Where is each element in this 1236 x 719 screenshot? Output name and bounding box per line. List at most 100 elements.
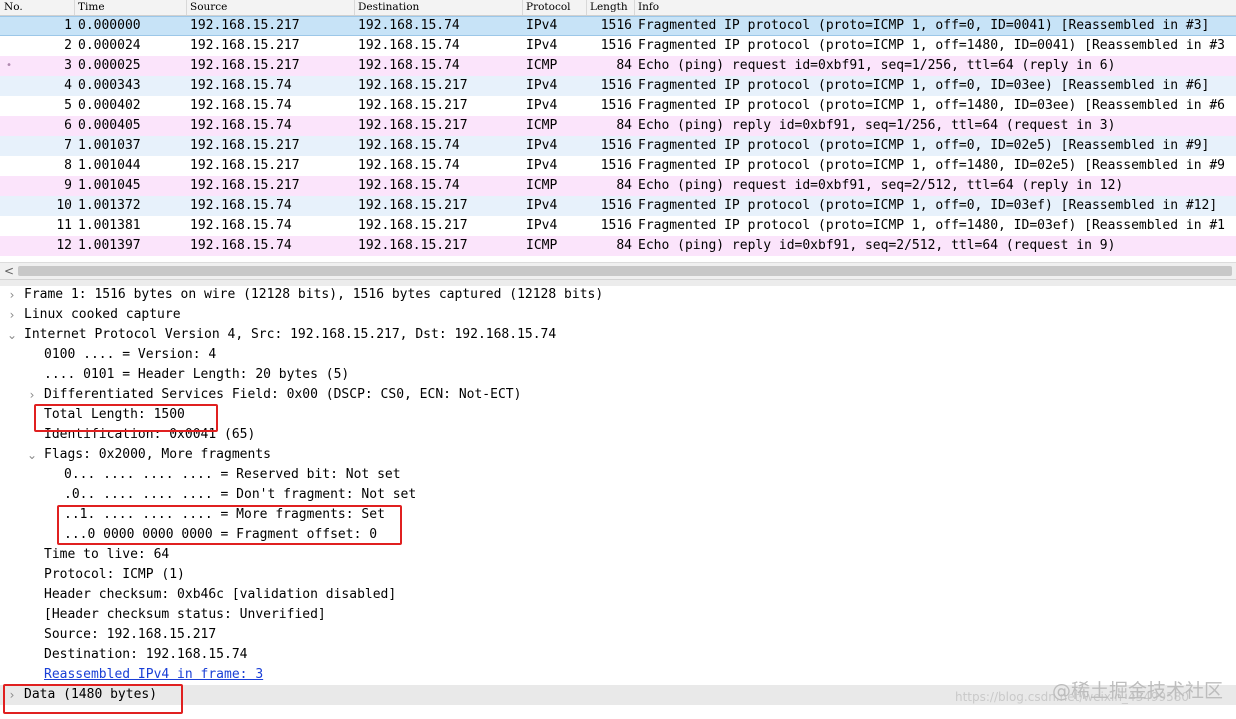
packet-source: 192.168.15.74 bbox=[190, 238, 292, 253]
packet-row[interactable]: 2 0.000024 192.168.15.217 192.168.15.74 IPv4… bbox=[0, 36, 1236, 56]
tree-item-ip[interactable]: ⌄ Internet Protocol Version 4, Src: 192.… bbox=[7, 325, 556, 345]
packet-details-tree[interactable]: › Frame 1: 1516 bytes on wire (12128 bit… bbox=[0, 285, 1236, 719]
packet-destination: 192.168.15.74 bbox=[358, 178, 460, 193]
tree-item-total-length[interactable]: Total Length: 1500 bbox=[44, 405, 185, 425]
packet-no: 6 bbox=[64, 118, 72, 133]
packet-row[interactable]: 4 0.000343 192.168.15.74 192.168.15.217 IPv4… bbox=[0, 76, 1236, 96]
packet-no: 1 bbox=[64, 18, 72, 33]
tree-item-checksum-status[interactable]: [Header checksum status: Unverified] bbox=[44, 605, 326, 625]
checksum-label: Header checksum: 0xb46c [validation disa… bbox=[44, 587, 397, 602]
col-time-header[interactable]: Time bbox=[78, 1, 105, 13]
packet-time: 1.001381 bbox=[78, 218, 141, 233]
packet-no: 10 bbox=[56, 198, 72, 213]
packet-row[interactable]: 10 1.001372 192.168.15.74 192.168.15.217 IPv… bbox=[0, 196, 1236, 216]
packet-length: 84 bbox=[616, 118, 632, 133]
packet-row[interactable]: 7 1.001037 192.168.15.217 192.168.15.74 IPv4… bbox=[0, 136, 1236, 156]
collapsed-arrow-icon[interactable]: › bbox=[6, 285, 18, 305]
packet-time: 0.000000 bbox=[78, 18, 141, 33]
packet-source: 192.168.15.74 bbox=[190, 78, 292, 93]
col-destination-header[interactable]: Destination bbox=[358, 1, 419, 13]
tree-item-frame[interactable]: › Frame 1: 1516 bytes on wire (12128 bit… bbox=[10, 285, 604, 305]
packet-length: 84 bbox=[616, 58, 632, 73]
packet-time: 0.000343 bbox=[78, 78, 141, 93]
checksum-status-label: [Header checksum status: Unverified] bbox=[44, 607, 326, 622]
flags-label: Flags: 0x2000, More fragments bbox=[44, 447, 271, 462]
ttl-label: Time to live: 64 bbox=[44, 547, 170, 562]
packet-destination: 192.168.15.74 bbox=[358, 38, 460, 53]
dsf-label: Differentiated Services Field: 0x00 (DSC… bbox=[44, 387, 522, 402]
packet-row[interactable]: 8 1.001044 192.168.15.217 192.168.15.74 IPv4… bbox=[0, 156, 1236, 176]
tree-item-version[interactable]: 0100 .... = Version: 4 bbox=[44, 345, 216, 365]
data-label: Data (1480 bytes) bbox=[24, 687, 158, 702]
packet-time: 1.001397 bbox=[78, 238, 141, 253]
tree-item-protocol[interactable]: Protocol: ICMP (1) bbox=[44, 565, 185, 585]
packet-row[interactable]: 9 1.001045 192.168.15.217 192.168.15.74 ICMP… bbox=[0, 176, 1236, 196]
linux-cooked-label: Linux cooked capture bbox=[24, 307, 181, 322]
tree-item-identification[interactable]: Identification: 0x0041 (65) bbox=[44, 425, 255, 445]
tree-item-checksum[interactable]: Header checksum: 0xb46c [validation disa… bbox=[44, 585, 396, 605]
tree-item-destination[interactable]: Destination: 192.168.15.74 bbox=[44, 645, 248, 665]
col-length-header[interactable]: Length bbox=[590, 1, 628, 13]
packet-length: 1516 bbox=[600, 98, 632, 113]
packet-row[interactable]: 6 0.000405 192.168.15.74 192.168.15.217 ICMP… bbox=[0, 116, 1236, 136]
packet-info: Fragmented IP protocol (proto=ICMP 1, of… bbox=[638, 218, 1225, 233]
packet-source: 192.168.15.217 bbox=[190, 58, 300, 73]
expanded-arrow-icon[interactable]: ⌄ bbox=[26, 445, 38, 465]
packet-info: Fragmented IP protocol (proto=ICMP 1, of… bbox=[638, 198, 1218, 213]
tree-item-more-fragments[interactable]: ..1. .... .... .... = More fragments: Se… bbox=[64, 505, 385, 525]
collapsed-arrow-icon[interactable]: › bbox=[6, 305, 18, 325]
tree-item-fragment-offset[interactable]: ...0 0000 0000 0000 = Fragment offset: 0 bbox=[64, 525, 377, 545]
col-info-header[interactable]: Info bbox=[638, 1, 659, 13]
tree-item-data[interactable]: › Data (1480 bytes) bbox=[10, 685, 158, 705]
fragment-offset-label: ...0 0000 0000 0000 = Fragment offset: 0 bbox=[64, 527, 378, 542]
dont-fragment-label: .0.. .... .... .... = Don't fragment: No… bbox=[64, 487, 417, 502]
packet-destination: 192.168.15.217 bbox=[358, 118, 468, 133]
tree-item-reassembled[interactable]: Reassembled IPv4 in frame: 3 bbox=[44, 665, 263, 685]
tree-item-flags[interactable]: ⌄ Flags: 0x2000, More fragments bbox=[27, 445, 271, 465]
tree-item-source[interactable]: Source: 192.168.15.217 bbox=[44, 625, 216, 645]
packet-row[interactable]: 1 0.000000 192.168.15.217 192.168.15.74 IPv4… bbox=[0, 16, 1236, 36]
packet-row[interactable]: 11 1.001381 192.168.15.74 192.168.15.217 IPv… bbox=[0, 216, 1236, 236]
reserved-bit-label: 0... .... .... .... = Reserved bit: Not … bbox=[64, 467, 401, 482]
col-source-header[interactable]: Source bbox=[190, 1, 227, 13]
packet-info: Fragmented IP protocol (proto=ICMP 1, of… bbox=[638, 98, 1225, 113]
expanded-arrow-icon[interactable]: ⌄ bbox=[6, 325, 18, 345]
packet-destination: 192.168.15.217 bbox=[358, 218, 468, 233]
collapsed-arrow-icon[interactable]: › bbox=[6, 685, 18, 705]
packet-no: 11 bbox=[56, 218, 72, 233]
packet-row[interactable]: 3 0.000025 192.168.15.217 192.168.15.74 ICMP… bbox=[0, 56, 1236, 76]
tree-item-reserved-bit[interactable]: 0... .... .... .... = Reserved bit: Not … bbox=[64, 465, 401, 485]
identification-label: Identification: 0x0041 (65) bbox=[44, 427, 256, 442]
tree-item-dont-fragment[interactable]: .0.. .... .... .... = Don't fragment: No… bbox=[64, 485, 416, 505]
packet-list-header: No. Time Source Destination Protocol Len… bbox=[0, 0, 1236, 16]
scrollbar-thumb[interactable] bbox=[18, 266, 1232, 276]
packet-list[interactable]: No. Time Source Destination Protocol Len… bbox=[0, 0, 1236, 262]
col-no-header[interactable]: No. bbox=[4, 1, 23, 13]
frame-label: Frame 1: 1516 bytes on wire (12128 bits)… bbox=[24, 287, 604, 302]
total-length-label: Total Length: 1500 bbox=[44, 407, 185, 422]
tree-item-dsf[interactable]: › Differentiated Services Field: 0x00 (D… bbox=[30, 385, 522, 405]
scroll-left-icon[interactable]: < bbox=[4, 264, 14, 278]
reassembled-link[interactable]: Reassembled IPv4 in frame: 3 bbox=[44, 667, 263, 682]
packet-time: 0.000025 bbox=[78, 58, 141, 73]
packet-row[interactable]: 5 0.000402 192.168.15.74 192.168.15.217 IPv4… bbox=[0, 96, 1236, 116]
packet-destination: 192.168.15.74 bbox=[358, 18, 460, 33]
packet-length: 1516 bbox=[600, 138, 632, 153]
col-protocol-header[interactable]: Protocol bbox=[526, 1, 571, 13]
packet-source: 192.168.15.217 bbox=[190, 18, 300, 33]
packet-protocol: IPv4 bbox=[526, 38, 558, 53]
packet-row[interactable]: 12 1.001397 192.168.15.74 192.168.15.217 ICM… bbox=[0, 236, 1236, 256]
packet-length: 84 bbox=[616, 238, 632, 253]
packet-destination: 192.168.15.217 bbox=[358, 198, 468, 213]
packet-source: 192.168.15.217 bbox=[190, 158, 300, 173]
tree-item-linux-cooked[interactable]: › Linux cooked capture bbox=[10, 305, 181, 325]
collapsed-arrow-icon[interactable]: › bbox=[26, 385, 38, 405]
packet-info: Echo (ping) reply id=0xbf91, seq=2/512, … bbox=[638, 238, 1116, 253]
packet-info: Fragmented IP protocol (proto=ICMP 1, of… bbox=[638, 38, 1225, 53]
packet-time: 1.001044 bbox=[78, 158, 141, 173]
packet-source: 192.168.15.74 bbox=[190, 98, 292, 113]
tree-item-ttl[interactable]: Time to live: 64 bbox=[44, 545, 169, 565]
packet-info: Fragmented IP protocol (proto=ICMP 1, of… bbox=[638, 158, 1225, 173]
tree-item-header-length[interactable]: .... 0101 = Header Length: 20 bytes (5) bbox=[44, 365, 349, 385]
horizontal-scrollbar[interactable]: < bbox=[0, 262, 1236, 279]
